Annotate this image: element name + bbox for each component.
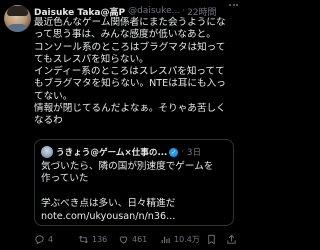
tweet-line: 最近色んなゲーム関係者にまた会うようにな [34,17,226,28]
tweet-line: てもスレスパを知らない。 [34,53,149,65]
avatar-hair [7,6,28,16]
retweet-count: 136 [92,234,108,244]
quoted-author-avatar [41,146,53,158]
views-icon [161,236,170,243]
tweet[interactable]: Daisuke Taka@高P @daisuke... · 22時間 最近色んな… [0,0,241,250]
tweet-text: 最近色んなゲーム関係者にまた会うようにな って思う事は、みんな感度が低いなあと。… [34,17,238,128]
quoted-time: 3日 [187,148,202,158]
author-name[interactable]: Daisuke Taka@高P [34,5,125,18]
share-icon [227,234,236,244]
tweet-line: って思う事は、みんな感度が低いなあと。 [34,29,216,41]
bookmark-icon [208,234,215,244]
like-count: 461 [132,234,148,244]
author-avatar[interactable] [4,5,31,32]
action-bar: 4 136 461 10.4万 [34,233,239,245]
reply-button[interactable]: 4 [34,233,53,245]
views-button[interactable]: 10.4万 [160,233,200,245]
tweet-line: なるわ [34,115,63,127]
tweet-line: てない。 [34,90,73,102]
tweet-line: もブラグマタを知らない。NTEは耳にも入っ [34,78,226,90]
quoted-author-name: うきょう@ゲーム×仕事の... [56,148,168,158]
avatar-shirt [6,24,29,32]
retweet-icon [79,235,88,243]
post-time[interactable]: 22時間 [187,5,216,18]
quoted-link[interactable]: note.com/ukyousan/n/n36... [41,211,231,223]
share-button[interactable] [226,233,240,245]
reply-count: 4 [48,234,54,244]
tweet-line: 情報が閉じてるんだよなぁ。そりゃあ苦しく [34,103,226,115]
tweet-header: Daisuke Taka@高P @daisuke... · 22時間 [34,5,239,18]
like-icon [119,235,128,244]
quoted-text: 気づいたら、隣の国が別速度でゲームを 作っていた 学ぶべき点は多い、日々精進だ … [41,161,231,223]
quoted-line: 作っていた [41,173,89,185]
quoted-separator: · [181,147,185,157]
quoted-line: 気づいたら、隣の国が別速度でゲームを [41,161,214,172]
tweet-line: インディー系のところはスレスパを知ってて [34,66,225,78]
more-icon[interactable] [229,4,238,7]
verified-badge-icon: ✓ [169,147,179,157]
header-separator: · [182,6,186,16]
reply-icon [35,234,44,245]
bookmark-button[interactable] [206,233,220,245]
quoted-tweet[interactable]: うきょう@ゲーム×仕事の... ✓ · 3日 気づいたら、隣の国が別速度でゲーム… [34,139,234,226]
like-button[interactable]: 461 [118,233,147,245]
views-count: 10.4万 [174,234,200,244]
quoted-line: 学ぶべき点は多い、日々精進だ [41,198,176,210]
tweet-line: コンソール系のところはブラグマタは知って [34,41,226,53]
author-handle[interactable]: @daisuke... [128,6,180,16]
quoted-header: うきょう@ゲーム×仕事の... ✓ · 3日 [56,146,231,158]
quoted-line [41,186,231,198]
retweet-button[interactable]: 136 [78,233,107,245]
